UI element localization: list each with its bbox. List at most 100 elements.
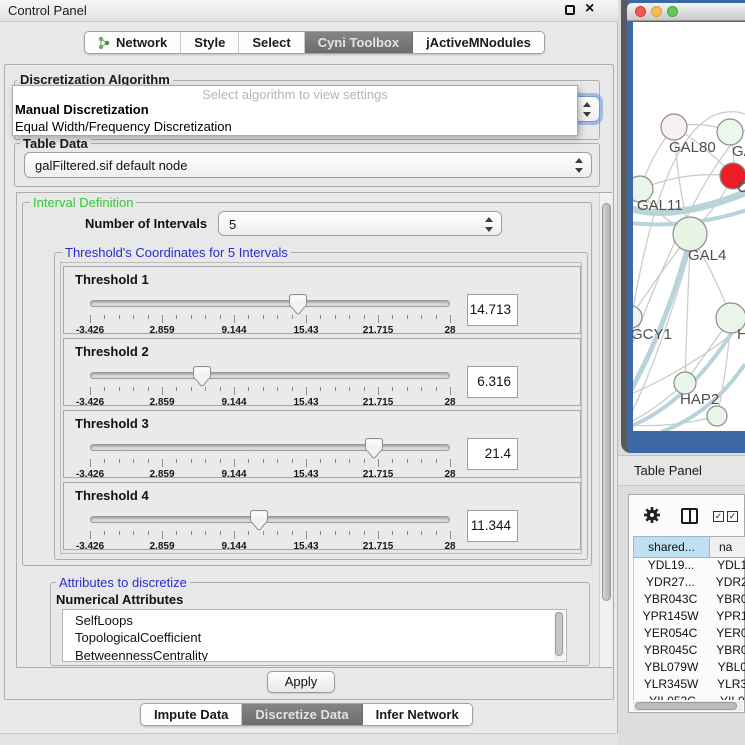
node-label: H: [737, 326, 745, 343]
tick-mark: [90, 459, 91, 467]
network-canvas[interactable]: GAL80GAGAL11CGAL4GCY1HHAP2: [633, 22, 745, 431]
tick-mark: [248, 531, 249, 535]
network-node[interactable]: [673, 217, 707, 251]
tick-mark: [320, 531, 321, 535]
slider-track: [90, 372, 450, 379]
tab-network[interactable]: Network: [85, 32, 180, 53]
numerical-attributes-list[interactable]: SelfLoopsTopologicalCoefficientBetweenne…: [62, 609, 567, 662]
tab-style[interactable]: Style: [180, 32, 238, 53]
number-of-intervals-combobox[interactable]: 5: [218, 211, 502, 236]
threshold-value-field[interactable]: 21.4: [467, 438, 518, 470]
tick-mark: [392, 315, 393, 319]
table-row[interactable]: YDL19...YDL1: [634, 558, 745, 575]
tick-mark: [176, 315, 177, 319]
tick-mark: [320, 459, 321, 463]
algorithm-option[interactable]: Equal Width/Frequency Discretization: [15, 118, 575, 135]
tab-label: Style: [194, 35, 225, 50]
tick-mark: [191, 531, 192, 535]
vertical-scrollbar[interactable]: [599, 193, 612, 667]
threshold-slider[interactable]: -3.4262.8599.14415.4321.71528: [90, 437, 450, 477]
tick-mark: [220, 531, 221, 535]
plugin-tab-bar: Network Style SelectCyni ToolboxjActiveMNo…: [84, 31, 545, 54]
threshold-3-box: Threshold 3-3.4262.8599.14415.4321.71528…: [63, 410, 581, 478]
tick-mark: [104, 531, 105, 535]
column-header-name[interactable]: na: [710, 536, 745, 558]
table-row[interactable]: YPR145WYPR1: [634, 609, 745, 626]
mac-close-button[interactable]: [635, 6, 646, 17]
tab-label: Impute Data: [154, 707, 228, 722]
threshold-slider[interactable]: -3.4262.8599.14415.4321.71528: [90, 365, 450, 405]
gear-icon[interactable]: [643, 506, 661, 529]
table-data-combobox[interactable]: galFiltered.sif default node: [24, 152, 592, 178]
table-row[interactable]: YBR045CYBR0: [634, 643, 745, 660]
tick-mark: [220, 387, 221, 391]
float-window-icon[interactable]: [565, 5, 575, 15]
attribute-item[interactable]: TopologicalCoefficient: [63, 629, 566, 646]
tick-mark: [220, 459, 221, 463]
tick-mark: [349, 459, 350, 463]
tab-infer-network[interactable]: Infer Network: [362, 704, 472, 725]
table-row[interactable]: YER054CYER0: [634, 626, 745, 643]
tick-mark: [234, 459, 235, 467]
network-node[interactable]: [717, 119, 743, 145]
slider-thumb[interactable]: [192, 365, 212, 387]
attributes-scrollbar[interactable]: [554, 611, 565, 660]
threshold-slider[interactable]: -3.4262.8599.14415.4321.71528: [90, 293, 450, 333]
tick-mark: [162, 315, 163, 323]
table-row[interactable]: YBL079WYBL0: [634, 660, 745, 677]
network-view-window[interactable]: GAL80GAGAL11CGAL4GCY1HHAP2: [621, 0, 745, 453]
table-row[interactable]: YLR345WYLR3: [634, 677, 745, 694]
threshold-value-field[interactable]: 14.713: [467, 294, 518, 326]
slider-thumb[interactable]: [249, 509, 269, 531]
network-node[interactable]: [661, 114, 687, 140]
tick-mark: [450, 531, 451, 539]
split-columns-icon[interactable]: [681, 508, 698, 524]
mac-minimize-button[interactable]: [651, 6, 662, 17]
tick-mark: [176, 531, 177, 535]
horizontal-scrollbar[interactable]: [633, 701, 743, 711]
attribute-item[interactable]: BetweennessCentrality: [63, 647, 566, 662]
tab-impute-data[interactable]: Impute Data: [141, 704, 241, 725]
attribute-item[interactable]: SelfLoops: [63, 612, 566, 629]
table-row[interactable]: YDR27...YDR2: [634, 575, 745, 592]
threshold-value-field[interactable]: 11.344: [467, 510, 518, 542]
tick-mark: [191, 315, 192, 319]
network-node[interactable]: [633, 306, 642, 328]
apply-button[interactable]: Apply: [267, 671, 335, 693]
tab-discretize-data[interactable]: Discretize Data: [241, 704, 361, 725]
tick-mark: [104, 315, 105, 319]
control-panel-titlebar: Control Panel ×: [0, 0, 618, 22]
table-row[interactable]: YBR043CYBR0: [634, 592, 745, 609]
tick-label: 2.859: [149, 325, 174, 336]
cell-shared-name: YER054C: [634, 626, 707, 643]
tick-mark: [133, 459, 134, 463]
network-node[interactable]: [707, 406, 727, 426]
network-window-titlebar[interactable]: [627, 3, 745, 21]
tab-cyni-toolbox[interactable]: Cyni Toolbox: [304, 32, 412, 53]
tick-mark: [148, 387, 149, 391]
close-panel-icon[interactable]: ×: [585, 0, 594, 18]
tick-mark: [421, 531, 422, 535]
algorithm-option[interactable]: Manual Discretization: [15, 101, 575, 118]
tick-mark: [436, 387, 437, 391]
mac-zoom-button[interactable]: [667, 6, 678, 17]
slider-thumb[interactable]: [364, 437, 384, 459]
tab-select[interactable]: Select: [238, 32, 303, 53]
tick-mark: [277, 531, 278, 535]
slider-thumb[interactable]: [288, 293, 308, 315]
threshold-value-field[interactable]: 6.316: [467, 366, 518, 398]
tick-label: 9.144: [221, 469, 246, 480]
table-panel-header: Table Panel: [618, 455, 745, 486]
tick-mark: [407, 459, 408, 463]
checkbox-icon[interactable]: ✓: [713, 511, 724, 522]
tab-jactivemnodules[interactable]: jActiveMNodules: [412, 32, 544, 53]
slider-ticks: [90, 459, 450, 468]
column-header-shared-name[interactable]: shared...: [633, 536, 710, 558]
vertical-scrollbar-thumb[interactable]: [602, 203, 611, 601]
tick-mark: [378, 387, 379, 395]
table-row[interactable]: YIL053CYIL0: [634, 694, 745, 700]
checkbox-icon[interactable]: ✓: [727, 511, 738, 522]
attributes-scrollbar-thumb[interactable]: [555, 612, 563, 656]
threshold-slider[interactable]: -3.4262.8599.14415.4321.71528: [90, 509, 450, 549]
horizontal-scrollbar-thumb[interactable]: [635, 702, 737, 710]
